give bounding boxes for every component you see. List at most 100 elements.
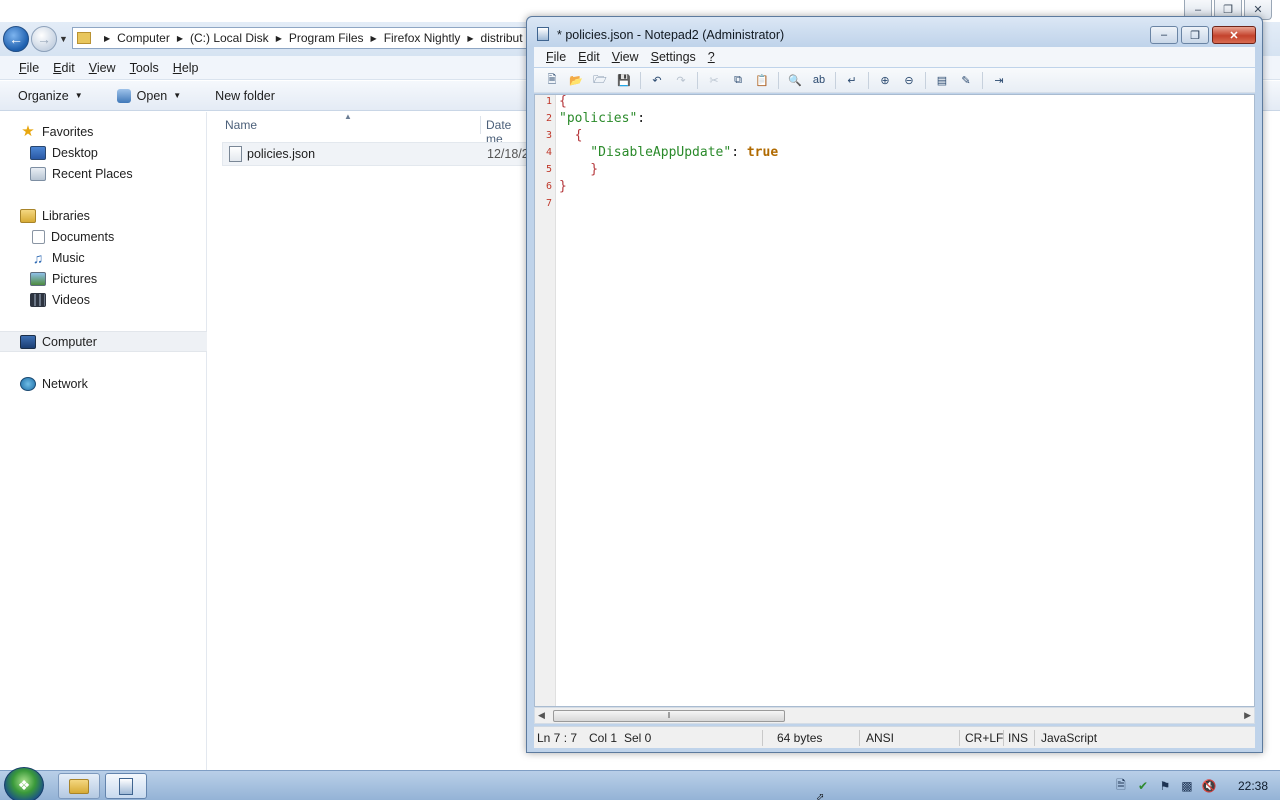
nav-network[interactable]: Network	[0, 373, 207, 394]
music-icon: ♫	[32, 249, 44, 266]
taskbar-notepad2-button[interactable]	[105, 773, 147, 799]
breadcrumb-distribution[interactable]: distribut	[481, 31, 523, 45]
status-encoding[interactable]: ANSI	[866, 731, 894, 745]
recent-pages-dropdown-icon[interactable]: ▼	[59, 34, 68, 44]
np-menu-settings[interactable]: Settings	[651, 50, 696, 64]
status-line-endings[interactable]: CR+LF	[965, 731, 1003, 745]
nav-videos[interactable]: Videos	[0, 289, 207, 310]
menu-tools[interactable]: Tools	[130, 61, 159, 75]
cut-icon[interactable]: ✂	[706, 72, 722, 88]
scroll-right-icon[interactable]: ▶	[1244, 710, 1251, 721]
taskbar-explorer-button[interactable]	[58, 773, 100, 799]
new-file-icon[interactable]: 🗎	[544, 72, 560, 88]
breadcrumb-local-disk[interactable]: (C:) Local Disk	[190, 31, 269, 45]
status-insert-mode[interactable]: INS	[1008, 731, 1028, 745]
toolbar-separator	[868, 71, 869, 89]
replace-icon[interactable]: ab	[811, 72, 827, 88]
status-language[interactable]: JavaScript	[1041, 731, 1097, 745]
customize-icon[interactable]: ✎	[958, 72, 974, 88]
open-file-icon[interactable]: 📂	[568, 72, 584, 88]
new-folder-button[interactable]: New folder	[215, 89, 275, 103]
menu-view[interactable]: View	[89, 61, 116, 75]
zoom-in-icon[interactable]: ⊕	[877, 72, 893, 88]
scrollbar-thumb[interactable]: ‖	[553, 710, 785, 722]
undo-icon[interactable]: ↶	[649, 72, 665, 88]
volume-muted-icon[interactable]: 🔇	[1201, 778, 1217, 794]
restore-button[interactable]: ❐	[1181, 26, 1209, 44]
column-divider[interactable]	[480, 116, 481, 134]
chevron-right-icon[interactable]: ▶	[371, 34, 377, 43]
nav-computer-label: Computer	[42, 334, 97, 349]
scheme-icon[interactable]: ▤	[934, 72, 950, 88]
notepad2-app-icon[interactable]	[537, 27, 549, 41]
nav-music[interactable]: ♫ Music	[0, 247, 207, 268]
code-line: }	[559, 162, 598, 177]
horizontal-scrollbar[interactable]: ◀ ‖ ▶	[534, 707, 1255, 724]
forward-arrow-icon[interactable]: →	[31, 26, 57, 52]
nav-libraries[interactable]: Libraries	[0, 205, 207, 226]
save-icon[interactable]: 💾	[616, 72, 632, 88]
exit-icon[interactable]: ⇥	[991, 72, 1007, 88]
line-number: 5	[545, 164, 552, 175]
menu-file[interactable]: File	[19, 61, 39, 75]
chevron-right-icon[interactable]: ▶	[177, 34, 183, 43]
nav-favorites-label: Favorites	[42, 124, 94, 139]
np-menu-help[interactable]: ?	[708, 50, 715, 64]
code-line: {	[559, 94, 567, 109]
security-icon[interactable]: ✔	[1135, 778, 1151, 794]
minimize-button[interactable]: –	[1150, 26, 1178, 44]
np-menu-edit[interactable]: Edit	[578, 50, 600, 64]
start-button[interactable]: ❖	[4, 767, 44, 800]
open-button[interactable]: Open ▼	[116, 88, 181, 103]
menu-file-accel: F	[19, 60, 27, 75]
zoom-out-icon[interactable]: ⊖	[901, 72, 917, 88]
nav-recent-places[interactable]: Recent Places	[0, 163, 207, 184]
back-arrow-icon[interactable]: ←	[3, 26, 29, 52]
nav-libraries-label: Libraries	[42, 208, 90, 223]
menu-help[interactable]: Help	[173, 61, 199, 75]
scroll-left-icon[interactable]: ◀	[538, 710, 545, 721]
toolbar-separator	[640, 71, 641, 89]
browse-icon[interactable]: 🗁	[592, 72, 608, 88]
np-menu-file[interactable]: File	[546, 50, 566, 64]
status-divider	[859, 730, 860, 746]
chevron-right-icon[interactable]: ▶	[467, 34, 473, 43]
code-editor[interactable]: 1 2 3 4 5 6 7 { "policies": { "DisableAp…	[534, 94, 1255, 707]
nav-computer[interactable]: Computer	[0, 331, 207, 352]
menu-help-accel: H	[172, 60, 182, 75]
code-token: }	[559, 179, 567, 194]
file-row[interactable]: policies.json 12/18/2	[222, 142, 532, 166]
chevron-right-icon[interactable]: ▶	[104, 34, 110, 43]
breadcrumb-program-files[interactable]: Program Files	[289, 31, 364, 45]
np-menu-settings-label: ettings	[658, 50, 696, 64]
nav-documents[interactable]: Documents	[0, 226, 207, 247]
status-divider	[959, 730, 960, 746]
nav-desktop[interactable]: Desktop	[0, 142, 207, 163]
copy-icon[interactable]: ⧉	[730, 72, 746, 88]
navigation-pane: ★ Favorites Desktop Recent Places Librar…	[0, 112, 207, 770]
line-number: 1	[545, 96, 552, 107]
network-icon[interactable]: ▩	[1179, 778, 1195, 794]
videos-icon	[30, 292, 46, 307]
address-bar[interactable]: ▶ Computer ▶ (C:) Local Disk ▶ Program F…	[72, 27, 532, 49]
word-wrap-icon[interactable]: ↵	[844, 72, 860, 88]
chevron-right-icon[interactable]: ▶	[276, 34, 282, 43]
np-menu-view[interactable]: View	[612, 50, 639, 64]
chevron-down-icon: ▼	[74, 91, 83, 100]
paste-icon[interactable]: 📋	[754, 72, 770, 88]
organize-button[interactable]: Organize ▼	[18, 89, 83, 103]
nav-pictures[interactable]: Pictures	[0, 268, 207, 289]
flag-icon[interactable]: ⚑	[1157, 778, 1173, 794]
action-center-icon[interactable]: 🗎	[1113, 778, 1129, 794]
clock[interactable]: 22:38	[1238, 779, 1268, 793]
breadcrumb-computer[interactable]: Computer	[117, 31, 170, 45]
notepad2-title-bar[interactable]: * policies.json - Notepad2 (Administrato…	[527, 17, 1262, 47]
breadcrumb-firefox-nightly[interactable]: Firefox Nightly	[384, 31, 461, 45]
close-button[interactable]: ✕	[1212, 26, 1256, 44]
find-icon[interactable]: 🔍	[787, 72, 803, 88]
redo-icon[interactable]: ↷	[673, 72, 689, 88]
column-header-name[interactable]: Name	[225, 118, 257, 132]
line-number-gutter: 1 2 3 4 5 6 7	[535, 95, 556, 706]
nav-favorites[interactable]: ★ Favorites	[0, 121, 207, 142]
menu-edit[interactable]: Edit	[53, 61, 75, 75]
